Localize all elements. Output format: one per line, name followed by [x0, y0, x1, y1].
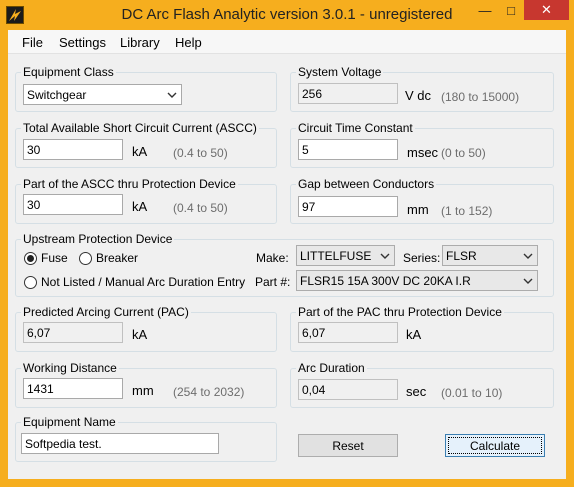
not-listed-radio[interactable]: Not Listed / Manual Arc Duration Entry	[24, 275, 245, 289]
arc-duration-field[interactable]: 0,04	[298, 379, 398, 400]
series-select[interactable]: FLSR	[442, 245, 538, 266]
breaker-radio-label: Breaker	[96, 251, 139, 265]
menu-file[interactable]: File	[22, 35, 43, 50]
focus-rect	[448, 437, 542, 454]
equipment-class-label: Equipment Class	[21, 65, 116, 79]
fuse-radio[interactable]: Fuse	[24, 251, 68, 265]
ascc-range: (0.4 to 50)	[173, 146, 228, 160]
circuit-time-constant-range: (0 to 50)	[441, 146, 486, 160]
not-listed-radio-label: Not Listed / Manual Arc Duration Entry	[41, 275, 246, 289]
arc-duration-range: (0.01 to 10)	[441, 386, 503, 400]
circuit-time-constant-input[interactable]: 5	[298, 139, 398, 160]
working-distance-label: Working Distance	[21, 361, 119, 375]
equipment-name-input[interactable]: Softpedia test.	[21, 433, 219, 454]
pac-field[interactable]: 6,07	[23, 322, 123, 343]
ascc-unit: kA	[132, 144, 148, 159]
make-select[interactable]: LITTELFUSE	[296, 245, 395, 266]
chevron-down-icon	[523, 253, 533, 259]
menu-help[interactable]: Help	[175, 35, 202, 50]
make-label: Make:	[256, 251, 289, 265]
upstream-protection-label: Upstream Protection Device	[21, 232, 175, 246]
fuse-radio-label: Fuse	[41, 251, 68, 265]
gap-label: Gap between Conductors	[296, 177, 437, 191]
pac-thru-device-unit: kA	[406, 327, 422, 342]
working-distance-input[interactable]: 1431	[23, 378, 123, 399]
pac-thru-device-field[interactable]: 6,07	[298, 322, 398, 343]
radio-unchecked-icon	[79, 251, 92, 265]
reset-button[interactable]: Reset	[298, 434, 398, 457]
maximize-button[interactable]: □	[498, 0, 524, 20]
ascc-thru-device-unit: kA	[132, 199, 148, 214]
close-button[interactable]: ✕	[524, 0, 569, 20]
working-distance-range: (254 to 2032)	[173, 385, 245, 399]
gap-unit: mm	[407, 202, 429, 217]
chevron-down-icon	[523, 278, 533, 284]
app-window: DC Arc Flash Analytic version 3.0.1 - un…	[0, 0, 574, 487]
make-value: LITTELFUSE	[300, 249, 372, 263]
series-label: Series:	[403, 251, 441, 265]
minimize-button[interactable]: —	[472, 0, 498, 20]
title-bar[interactable]: DC Arc Flash Analytic version 3.0.1 - un…	[0, 0, 574, 30]
ascc-label: Total Available Short Circuit Current (A…	[21, 121, 259, 135]
circuit-time-constant-label: Circuit Time Constant	[296, 121, 415, 135]
reset-button-label: Reset	[332, 438, 364, 453]
menu-library[interactable]: Library	[120, 35, 160, 50]
part-select[interactable]: FLSR15 15A 300V DC 20KA I.R	[296, 270, 538, 291]
menu-bar: File Settings Library Help	[8, 30, 566, 54]
equipment-class-select[interactable]: Switchgear	[23, 84, 182, 105]
chevron-down-icon	[380, 253, 390, 259]
arc-duration-unit: sec	[406, 384, 427, 399]
series-value: FLSR	[446, 249, 477, 263]
pac-thru-device-label: Part of the PAC thru Protection Device	[296, 305, 504, 319]
radio-unchecked-icon	[24, 275, 37, 289]
menu-settings[interactable]: Settings	[59, 35, 106, 50]
client-area: File Settings Library Help Equipment Cla…	[8, 30, 566, 479]
pac-label: Predicted Arcing Current (PAC)	[21, 305, 191, 319]
chevron-down-icon	[167, 92, 177, 98]
gap-range: (1 to 152)	[441, 204, 493, 218]
breaker-radio[interactable]: Breaker	[79, 251, 138, 265]
system-voltage-field[interactable]: 256	[298, 83, 398, 104]
system-voltage-range: (180 to 15000)	[441, 90, 520, 104]
equipment-class-value: Switchgear	[27, 88, 87, 102]
calculate-button[interactable]: Calculate	[445, 434, 545, 457]
system-voltage-unit: V dc	[405, 88, 432, 103]
circuit-time-constant-unit: msec	[407, 145, 439, 160]
working-distance-unit: mm	[132, 383, 154, 398]
radio-checked-icon	[24, 251, 37, 265]
part-label: Part #:	[255, 275, 291, 289]
pac-unit: kA	[132, 327, 148, 342]
ascc-thru-device-input[interactable]: 30	[23, 194, 123, 215]
gap-input[interactable]: 97	[298, 196, 398, 217]
ascc-thru-device-label: Part of the ASCC thru Protection Device	[21, 177, 238, 191]
ascc-thru-device-range: (0.4 to 50)	[173, 201, 228, 215]
ascc-input[interactable]: 30	[23, 139, 123, 160]
equipment-name-label: Equipment Name	[21, 415, 118, 429]
part-value: FLSR15 15A 300V DC 20KA I.R	[300, 274, 471, 288]
arc-duration-label: Arc Duration	[296, 361, 367, 375]
system-voltage-label: System Voltage	[296, 65, 384, 79]
